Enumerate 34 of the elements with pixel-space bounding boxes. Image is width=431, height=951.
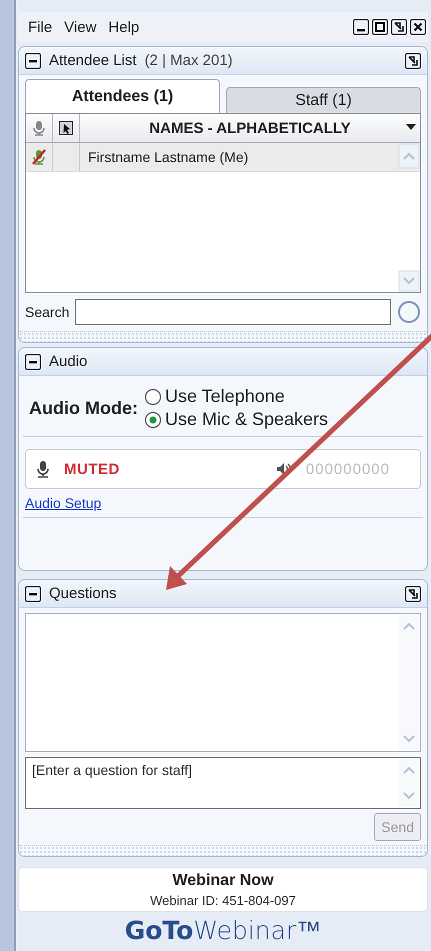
attendee-count: (2 | Max 201) — [144, 52, 234, 69]
tab[interactable]: Attendees (1) — [25, 79, 220, 113]
audio-mode-label: Audio Mode: — [29, 398, 138, 418]
menu-item[interactable]: Help — [108, 18, 140, 36]
minimize-icon[interactable] — [353, 19, 369, 35]
popout-icon[interactable] — [391, 19, 407, 35]
webinar-title: Webinar Now — [172, 872, 274, 890]
menu-item[interactable]: File — [28, 18, 52, 36]
mic-status: MUTED — [64, 460, 121, 478]
webinar-id: Webinar ID: 451-804-097 — [150, 893, 296, 908]
collapse-icon[interactable] — [25, 586, 41, 602]
search-field[interactable] — [75, 299, 391, 325]
collapse-icon[interactable] — [25, 52, 41, 68]
maximize-icon[interactable] — [372, 19, 388, 35]
audio-setup-link[interactable]: Audio Setup — [25, 495, 102, 511]
panel-title: Audio — [49, 353, 88, 370]
panel-title: Attendee List — [49, 52, 137, 69]
popout-icon[interactable] — [405, 52, 421, 68]
microphone-icon — [33, 120, 45, 136]
radio-option[interactable]: Use Mic & Speakers — [144, 409, 328, 430]
microphone-icon — [36, 460, 50, 478]
collapse-icon[interactable] — [25, 354, 41, 370]
tab[interactable]: Staff (1) — [226, 87, 421, 113]
radio-option[interactable]: Use Telephone — [144, 386, 328, 407]
panel-title: Questions — [49, 585, 118, 602]
dropdown-caret-icon — [406, 124, 416, 130]
search-label: Search — [25, 304, 70, 320]
search-icon[interactable] — [397, 300, 421, 324]
logo: GoToWebinar™ — [124, 916, 322, 946]
menu-item[interactable]: View — [64, 18, 96, 36]
speaker-reading: 000000000 — [306, 460, 391, 478]
popout-icon[interactable] — [405, 586, 421, 602]
close-icon[interactable] — [410, 19, 426, 35]
screen-pointer-icon — [59, 121, 73, 135]
